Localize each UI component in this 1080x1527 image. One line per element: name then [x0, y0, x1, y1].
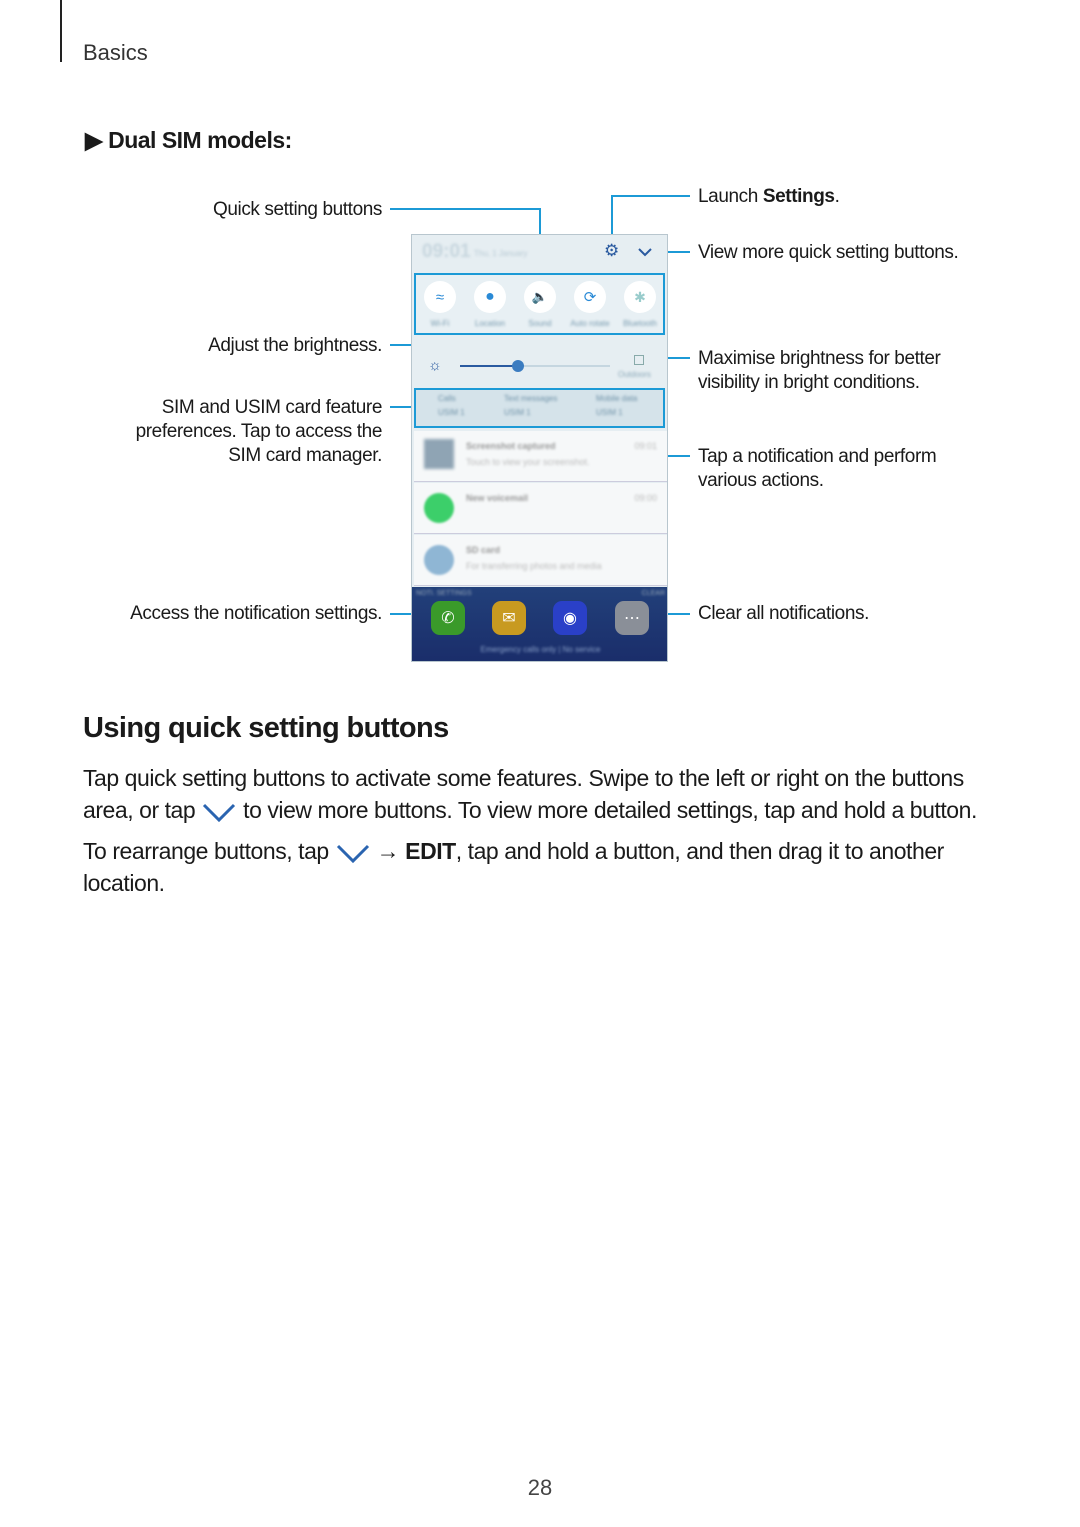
apps-grid-icon[interactable]: ⋯ — [615, 601, 649, 635]
voicemail-icon — [424, 493, 454, 523]
location-icon[interactable]: ● — [474, 281, 506, 313]
wifi-icon[interactable]: ≈ — [424, 281, 456, 313]
outdoors-checkbox[interactable] — [634, 355, 644, 365]
brightness-icon: ☼ — [428, 357, 442, 374]
settings-gear-icon[interactable]: ⚙ — [604, 241, 619, 261]
notification-sd-card[interactable]: SD card For transferring photos and medi… — [414, 535, 667, 586]
margin-rule — [60, 0, 62, 62]
callout-tap-notification: Tap a notification and perform various ac… — [698, 446, 937, 491]
email-app-icon[interactable]: ✉ — [492, 601, 526, 635]
phone-screenshot: 09:01 Thu, 1 January ⚙ ≈ ● 🔈 ⟳ ✱ Wi-Fi L… — [411, 234, 668, 662]
callout-launch-settings: Launch Settings. — [698, 186, 840, 207]
clear-button[interactable]: CLEAR — [642, 590, 665, 597]
callout-maximise: Maximise brightness for better visibility… — [698, 348, 941, 393]
sd-card-icon — [424, 545, 454, 575]
callout-sim: SIM and USIM card feature preferences. Ta… — [135, 397, 383, 466]
sim-preferences[interactable]: Calls Text messages Mobile data USIM 1 U… — [414, 388, 665, 428]
callout-quick-setting: Quick setting buttons — [212, 199, 382, 220]
quick-settings-panel: ≈ ● 🔈 ⟳ ✱ Wi-Fi Location Sound Auto rota… — [414, 273, 665, 335]
noti-settings-button[interactable]: NOTI. SETTINGS — [416, 590, 472, 597]
home-dock: NOTI. SETTINGS CLEAR ✆ ✉ ◉ ⋯ Emergency c… — [412, 587, 667, 661]
paragraph-2: To rearrange buttons, tap → EDIT, tap an… — [83, 838, 944, 896]
sound-icon[interactable]: 🔈 — [524, 281, 556, 313]
manual-page: Basics ▶ Dual SIM models: Quick setting … — [0, 0, 1080, 1527]
chevron-down-icon[interactable] — [637, 247, 653, 257]
notification-voicemail[interactable]: New voicemail 09:00 — [414, 483, 667, 534]
subheading: ▶ Dual SIM models: — [85, 127, 292, 153]
callout-noti-settings: Access the notification settings. — [130, 603, 382, 624]
triangle-bullet-icon: ▶ — [85, 127, 103, 153]
phone-app-icon[interactable]: ✆ — [431, 601, 465, 635]
chevron-down-icon — [336, 844, 369, 864]
section-title: Using quick setting buttons — [83, 712, 449, 744]
callout-view-more: View more quick setting buttons. — [698, 242, 959, 263]
bluetooth-icon[interactable]: ✱ — [624, 281, 656, 313]
internet-app-icon[interactable]: ◉ — [553, 601, 587, 635]
callout-clear-all: Clear all notifications. — [698, 603, 869, 624]
screenshot-thumbnail — [424, 439, 454, 469]
chevron-down-icon — [203, 803, 236, 823]
notification-screenshot[interactable]: Screenshot captured Touch to view your s… — [414, 431, 667, 482]
paragraph-1: Tap quick setting buttons to activate so… — [83, 765, 977, 823]
page-number: 28 — [527, 1475, 553, 1500]
section-header: Basics — [83, 40, 148, 65]
rotate-icon[interactable]: ⟳ — [574, 281, 606, 313]
callout-brightness: Adjust the brightness. — [208, 335, 382, 356]
brightness-thumb[interactable] — [512, 360, 524, 372]
